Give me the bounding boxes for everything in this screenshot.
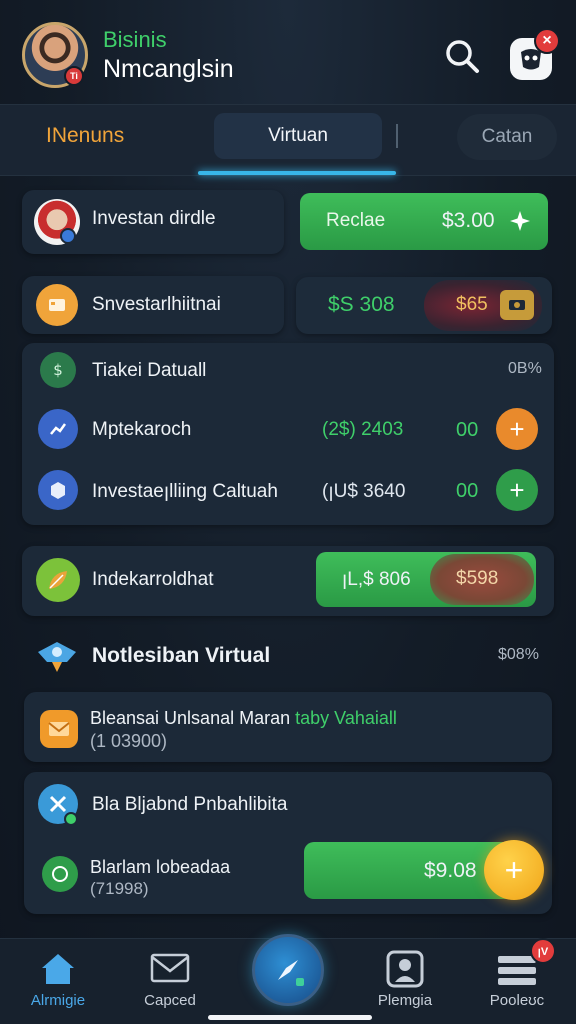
chart-icon — [38, 409, 78, 449]
add-offer-button[interactable]: + — [484, 840, 544, 900]
home-indicator — [208, 1015, 372, 1020]
sparkle-icon — [509, 210, 531, 232]
whatsapp-icon — [42, 856, 78, 892]
value-red: $65 — [456, 294, 488, 315]
offer-row-label: Blarlam lobeadaa — [90, 857, 231, 877]
add-button[interactable]: + — [496, 408, 538, 450]
dollar-icon: $ — [40, 352, 76, 388]
nav-badge: ꞁV — [530, 938, 556, 964]
pill-value: $3.00 — [442, 209, 495, 232]
brand-subtitle: Nmcanglsin — [103, 55, 234, 83]
brand-title: Bisinis — [103, 27, 167, 52]
list-item-amount: (ꞁU$ 3640 — [322, 481, 406, 502]
offer-row-sub: (71998) — [90, 879, 149, 898]
card-label: Snvestarlhiitnai — [92, 294, 221, 315]
tab-virtual[interactable]: Virtuan — [214, 113, 382, 159]
offer-title: Bla Bljabnd Pnbahlibita — [92, 794, 288, 815]
ship-icon — [34, 634, 80, 674]
card-label: Indekarroldhat — [92, 569, 214, 590]
svg-text:$: $ — [53, 361, 63, 379]
pill-label: Reclae — [326, 210, 386, 231]
tab-menus[interactable]: INenuns — [46, 124, 124, 148]
notification-badge: × — [534, 28, 560, 54]
notice-label: Bleansai Unlsanal Maran taby Vahaiall — [90, 708, 397, 728]
verified-icon — [60, 228, 76, 244]
nav-label-home[interactable]: Alrmigie — [3, 992, 113, 1009]
nav-label-menu[interactable]: Pooleʊc — [462, 992, 572, 1009]
tab-catan[interactable]: Catan — [457, 114, 557, 160]
mail-icon[interactable] — [150, 952, 190, 984]
active-tab-indicator — [198, 171, 396, 175]
list-item-label: Mptekaroch — [92, 419, 192, 440]
section-value: $08% — [498, 646, 539, 663]
compass-icon[interactable] — [252, 934, 324, 1006]
list-item-label: Investaeꞁlliing Caltuah — [92, 481, 278, 502]
add-button[interactable]: + — [496, 469, 538, 511]
value-green: $S 308 — [328, 293, 395, 316]
offer-pill-value: $9.08 — [424, 859, 477, 882]
tab-divider — [396, 124, 398, 148]
card-label: Investan dirdle — [92, 208, 216, 229]
profile-icon[interactable] — [386, 950, 424, 988]
box-icon — [38, 470, 78, 510]
list-item-right: 00 — [456, 480, 479, 502]
pill-value: ꞁL,$ 806 — [342, 569, 411, 590]
home-icon[interactable] — [38, 950, 78, 986]
envelope-icon — [40, 710, 78, 748]
pill-value-red: $598 — [456, 568, 499, 589]
list-header-value: 0B% — [508, 360, 542, 377]
search-icon[interactable] — [444, 38, 480, 74]
nav-label-profile[interactable]: Plemgia — [350, 992, 460, 1009]
online-dot-icon — [64, 812, 78, 826]
notice-sub: (1 03900) — [90, 731, 168, 751]
list-header-label: Tiakei Datuall — [92, 360, 207, 381]
coin-icon — [500, 290, 534, 320]
leaf-icon — [36, 558, 80, 602]
avatar-badge: Ti — [64, 66, 84, 86]
list-item-right: 00 — [456, 419, 479, 441]
list-item-amount: (2$) 2403 — [322, 419, 404, 440]
wallet-icon — [36, 284, 78, 326]
nav-label-mail[interactable]: Capced — [115, 992, 225, 1009]
section-title: Notlesiban Virtual — [92, 644, 271, 667]
